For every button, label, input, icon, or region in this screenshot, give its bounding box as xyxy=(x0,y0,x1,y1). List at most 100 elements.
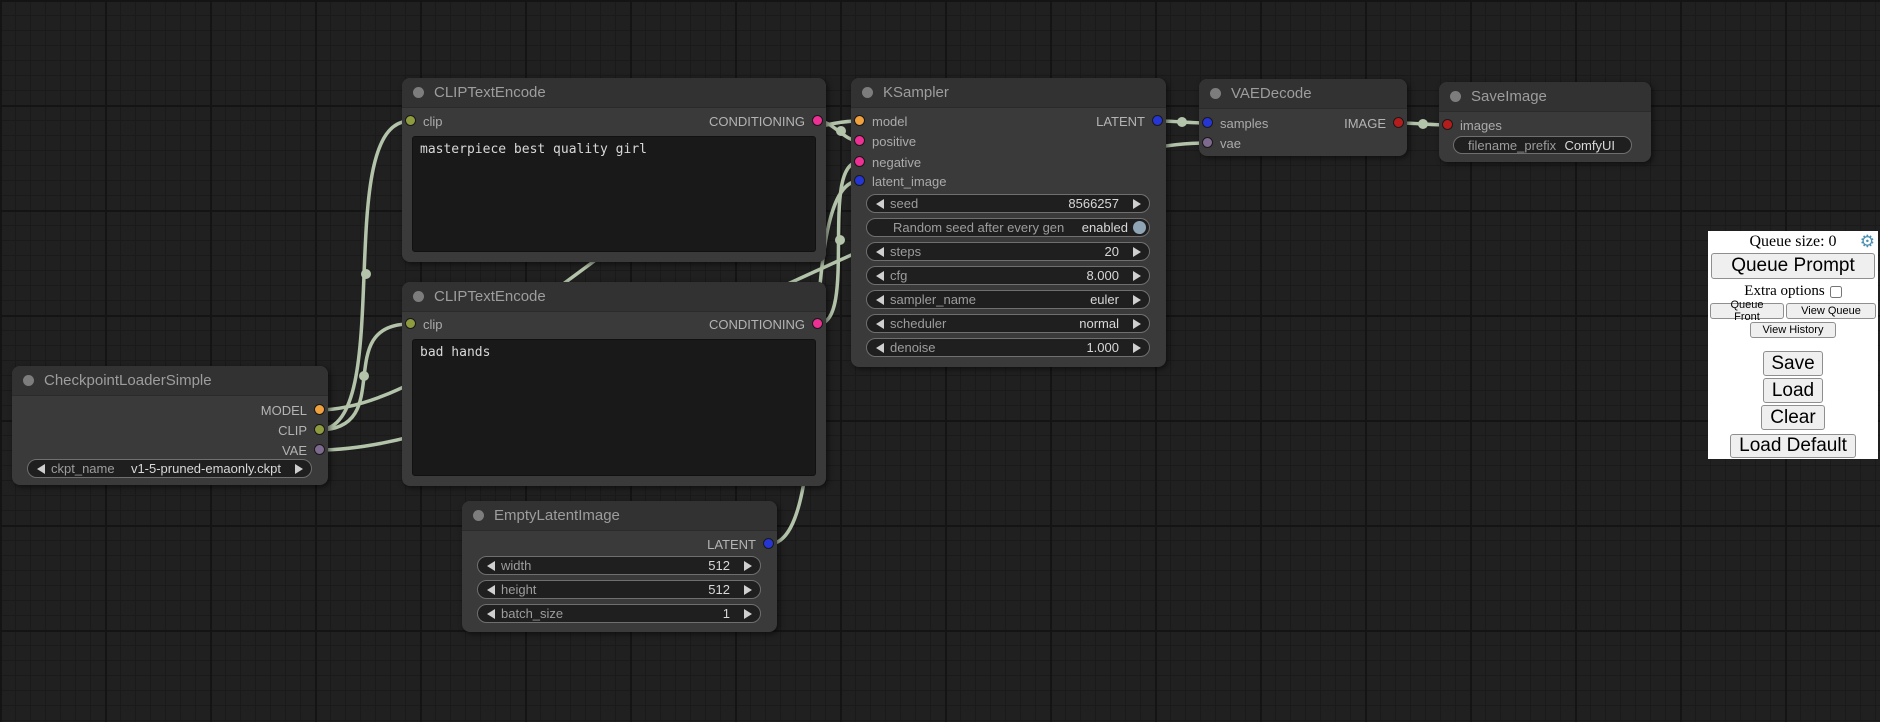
model-output-port[interactable] xyxy=(314,404,325,415)
increment-arrow-icon[interactable] xyxy=(744,561,752,571)
ckpt-name-widget[interactable]: ckpt_name v1-5-pruned-emaonly.ckpt xyxy=(27,459,312,478)
vae-input-port[interactable] xyxy=(1202,137,1213,148)
negative-input-port[interactable] xyxy=(854,156,865,167)
filename-prefix-widget[interactable]: filename_prefix ComfyUI xyxy=(1453,136,1632,154)
increment-arrow-icon[interactable] xyxy=(1133,343,1141,353)
collapse-dot-icon[interactable] xyxy=(413,291,424,302)
collapse-dot-icon[interactable] xyxy=(413,87,424,98)
conditioning-output-port[interactable] xyxy=(812,115,823,126)
queue-size-row: Queue size: 0 ⚙ xyxy=(1708,233,1878,251)
increment-arrow-icon[interactable] xyxy=(1133,199,1141,209)
io-row-samples-image: samples IMAGE xyxy=(1199,113,1407,133)
collapse-dot-icon[interactable] xyxy=(1210,88,1221,99)
node-title: SaveImage xyxy=(1471,88,1547,105)
node-titlebar[interactable]: EmptyLatentImage xyxy=(462,501,777,531)
collapse-dot-icon[interactable] xyxy=(1450,91,1461,102)
collapse-dot-icon[interactable] xyxy=(473,510,484,521)
link-midpoint-dot xyxy=(835,235,845,245)
node-title: VAEDecode xyxy=(1231,85,1312,102)
images-input-port[interactable] xyxy=(1442,119,1453,130)
samples-input-port[interactable] xyxy=(1202,117,1213,128)
link-midpoint-dot xyxy=(1418,119,1428,129)
decrement-arrow-icon[interactable] xyxy=(487,561,495,571)
decrement-arrow-icon[interactable] xyxy=(876,295,884,305)
latent-output-port[interactable] xyxy=(763,538,774,549)
denoise-widget[interactable]: denoise 1.000 xyxy=(866,338,1150,357)
steps-widget[interactable]: steps 20 xyxy=(866,242,1150,261)
decrement-arrow-icon[interactable] xyxy=(876,319,884,329)
decrement-arrow-icon[interactable] xyxy=(876,343,884,353)
image-output-port[interactable] xyxy=(1393,117,1404,128)
node-titlebar[interactable]: CheckpointLoaderSimple xyxy=(12,366,328,396)
decrement-arrow-icon[interactable] xyxy=(487,609,495,619)
decrement-arrow-icon[interactable] xyxy=(876,247,884,257)
sampler-name-widget[interactable]: sampler_name euler xyxy=(866,290,1150,309)
queue-prompt-button[interactable]: Queue Prompt xyxy=(1711,253,1875,279)
latent-output-port[interactable] xyxy=(1152,115,1163,126)
increment-arrow-icon[interactable] xyxy=(744,609,752,619)
increment-arrow-icon[interactable] xyxy=(744,585,752,595)
node-titlebar[interactable]: VAEDecode xyxy=(1199,79,1407,109)
collapse-dot-icon[interactable] xyxy=(23,375,34,386)
input-row-positive: positive xyxy=(851,131,1166,151)
latent-image-input-port[interactable] xyxy=(854,175,865,186)
clip-output-port[interactable] xyxy=(314,424,325,435)
decrement-arrow-icon[interactable] xyxy=(37,464,45,474)
collapse-dot-icon[interactable] xyxy=(862,87,873,98)
node-graph-canvas[interactable]: CheckpointLoaderSimple MODEL CLIP VAE ck… xyxy=(0,0,1880,722)
model-input-port[interactable] xyxy=(854,115,865,126)
prompt-textarea[interactable]: masterpiece best quality girl xyxy=(412,136,816,252)
link-midpoint-dot xyxy=(836,126,846,136)
load-button[interactable]: Load xyxy=(1763,378,1823,403)
increment-arrow-icon[interactable] xyxy=(1133,319,1141,329)
clip-input-port[interactable] xyxy=(405,115,416,126)
vae-output-port[interactable] xyxy=(314,444,325,455)
node-titlebar[interactable]: CLIPTextEncode xyxy=(402,78,826,108)
prompt-textarea[interactable]: bad hands xyxy=(412,339,816,476)
node-save-image[interactable]: SaveImage images filename_prefix ComfyUI xyxy=(1439,82,1651,162)
io-row-model-latent: model LATENT xyxy=(851,111,1166,131)
settings-gear-icon[interactable]: ⚙ xyxy=(1860,232,1875,252)
width-widget[interactable]: width 512 xyxy=(477,556,761,575)
link-midpoint-dot xyxy=(361,269,371,279)
clear-button[interactable]: Clear xyxy=(1761,405,1825,430)
view-history-button[interactable]: View History xyxy=(1750,322,1836,338)
input-row-images: images xyxy=(1439,115,1651,135)
decrement-arrow-icon[interactable] xyxy=(876,271,884,281)
extra-options-checkbox[interactable] xyxy=(1830,286,1842,298)
positive-input-port[interactable] xyxy=(854,135,865,146)
io-row-clip-conditioning: clip CONDITIONING xyxy=(402,111,826,131)
increment-arrow-icon[interactable] xyxy=(1133,295,1141,305)
node-clip-text-encode-positive[interactable]: CLIPTextEncode clip CONDITIONING masterp… xyxy=(402,78,826,262)
height-widget[interactable]: height 512 xyxy=(477,580,761,599)
conditioning-output-port[interactable] xyxy=(812,318,823,329)
queue-front-button[interactable]: Queue Front xyxy=(1710,303,1784,319)
node-titlebar[interactable]: SaveImage xyxy=(1439,82,1651,112)
scheduler-widget[interactable]: scheduler normal xyxy=(866,314,1150,333)
node-titlebar[interactable]: KSampler xyxy=(851,78,1166,108)
output-row-clip: CLIP xyxy=(12,420,328,440)
node-checkpoint-loader-simple[interactable]: CheckpointLoaderSimple MODEL CLIP VAE ck… xyxy=(12,366,328,485)
node-vae-decode[interactable]: VAEDecode samples IMAGE vae xyxy=(1199,79,1407,156)
increment-arrow-icon[interactable] xyxy=(295,464,303,474)
node-clip-text-encode-negative[interactable]: CLIPTextEncode clip CONDITIONING bad han… xyxy=(402,282,826,486)
toggle-on-icon[interactable] xyxy=(1133,221,1146,234)
clip-input-port[interactable] xyxy=(405,318,416,329)
increment-arrow-icon[interactable] xyxy=(1133,247,1141,257)
queue-panel: Queue size: 0 ⚙ Queue Prompt Extra optio… xyxy=(1708,231,1878,459)
batch-size-widget[interactable]: batch_size 1 xyxy=(477,604,761,623)
save-button[interactable]: Save xyxy=(1763,351,1823,376)
load-default-button[interactable]: Load Default xyxy=(1730,434,1856,458)
node-empty-latent-image[interactable]: EmptyLatentImage LATENT width 512 height… xyxy=(462,501,777,632)
decrement-arrow-icon[interactable] xyxy=(876,199,884,209)
decrement-arrow-icon[interactable] xyxy=(487,585,495,595)
node-titlebar[interactable]: CLIPTextEncode xyxy=(402,282,826,312)
input-row-latent-image: latent_image xyxy=(851,171,1166,191)
random-seed-toggle-widget[interactable]: Random seed after every gen enabled xyxy=(866,218,1150,237)
increment-arrow-icon[interactable] xyxy=(1133,271,1141,281)
cfg-widget[interactable]: cfg 8.000 xyxy=(866,266,1150,285)
node-ksampler[interactable]: KSampler model LATENT positive negative … xyxy=(851,78,1166,367)
node-title: CLIPTextEncode xyxy=(434,84,546,101)
seed-widget[interactable]: seed 8566257 xyxy=(866,194,1150,213)
view-queue-button[interactable]: View Queue xyxy=(1786,303,1876,319)
